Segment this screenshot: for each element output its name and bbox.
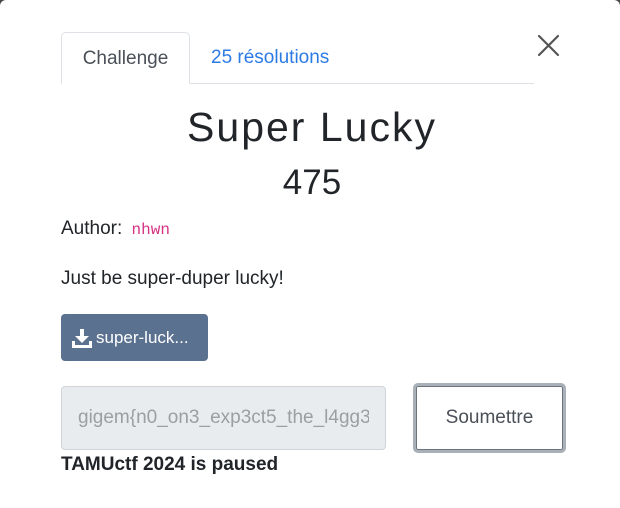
challenge-modal: Challenge 25 résolutions Super Lucky 475… [0,0,620,508]
paused-notice: TAMUctf 2024 is paused [61,454,279,475]
download-icon [72,329,92,348]
download-file-button[interactable]: super-luck... [61,314,208,361]
challenge-title: Super Lucky [187,104,437,150]
author-label: Author: [61,218,123,239]
author-name: nhwn [131,221,170,239]
author-row: Author: nhwn [61,218,170,240]
challenge-tabs: Challenge 25 résolutions [61,32,534,84]
close-icon [537,34,560,57]
challenge-points: 475 [282,163,342,202]
flag-input[interactable] [61,386,386,450]
tab-challenge[interactable]: Challenge [61,32,190,84]
tab-solves[interactable]: 25 résolutions [211,32,329,83]
submit-button[interactable]: Soumettre [413,383,566,453]
file-name: super-luck... [96,328,189,347]
challenge-description: Just be super-duper lucky! [61,268,284,289]
close-button[interactable] [534,31,564,61]
